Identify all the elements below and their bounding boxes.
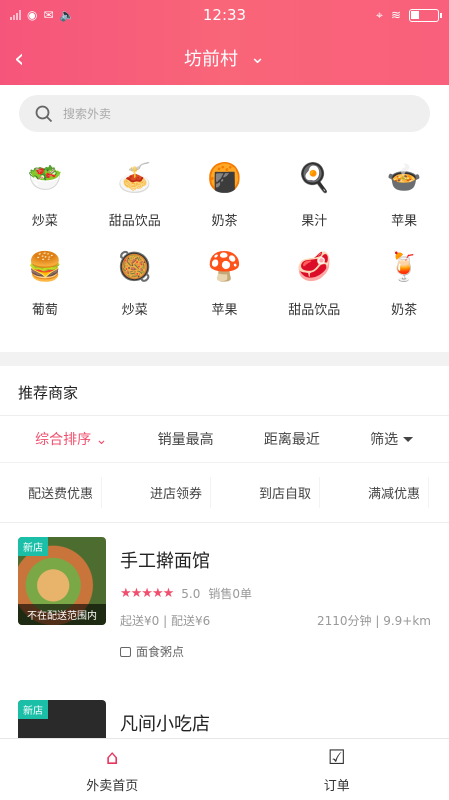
new-shop-badge: 新店 xyxy=(18,700,48,719)
battery-icon xyxy=(409,8,442,22)
category-item[interactable]: 🥘 炒菜 xyxy=(90,243,180,319)
fried-dish-icon: 🥗 xyxy=(27,160,63,194)
search-placeholder: 搜索外卖 xyxy=(63,107,112,121)
category-label: 苹果 xyxy=(391,214,418,229)
shop-sales: 销售0单 xyxy=(208,587,253,601)
shop-eta: 2110分钟 | 9.9+km xyxy=(317,614,431,628)
shop-info: 手工擀面馆 ★★★★★ 5.0 销售0单 起送¥0 | 配送¥6 2110分钟 … xyxy=(120,537,431,660)
category-item[interactable]: 🍘 奶茶 xyxy=(180,154,270,230)
new-shop-badge: 新店 xyxy=(18,537,48,556)
category-item[interactable]: 🍔 葡萄 xyxy=(0,243,90,319)
category-item[interactable]: 🥩 甜品饮品 xyxy=(269,243,359,319)
signal-icon xyxy=(10,10,21,20)
shop-tags: 面食粥点 xyxy=(120,643,431,660)
juice-icon: 🍳 xyxy=(296,160,332,194)
tab-home-label: 外卖首页 xyxy=(86,779,139,794)
tab-orders[interactable]: ☑ 订单 xyxy=(225,739,449,800)
nav-header: ‹ 坊前村 ⌄ xyxy=(0,30,449,85)
category-item[interactable]: 🥗 炒菜 xyxy=(0,154,90,230)
tab-orders-label: 订单 xyxy=(323,779,350,794)
category-label: 炒菜 xyxy=(31,214,58,229)
category-item[interactable]: 🍹 奶茶 xyxy=(359,243,449,319)
category-label: 甜品饮品 xyxy=(288,303,341,318)
location-icon: ⌖ xyxy=(376,7,383,22)
filter-chips: 配送费优惠 进店领券 到店自取 满减优惠 xyxy=(0,463,449,523)
category-item[interactable]: 🍄 苹果 xyxy=(180,243,270,319)
sort-comprehensive[interactable]: 综合排序 ⌄ xyxy=(35,429,107,449)
category-label: 苹果 xyxy=(211,303,238,318)
section-divider xyxy=(0,352,449,366)
tab-home[interactable]: ⌂ 外卖首页 xyxy=(0,739,225,800)
category-label: 果汁 xyxy=(301,214,328,229)
section-title: 推荐商家 xyxy=(0,366,449,416)
shop-name: 凡间小吃店 xyxy=(120,714,210,735)
app-screen: ◉ ✉ 🔈 12:33 ⌖ ≋ ‹ 坊前村 ⌄ 搜索外卖 🥗 炒菜 🍝 甜品饮品… xyxy=(0,0,449,800)
status-left: ◉ ✉ 🔈 xyxy=(10,8,160,22)
shop-thumbnail: 新店 不在配送范围内 xyxy=(18,537,106,625)
search-icon xyxy=(35,105,53,122)
grape-icon: 🍔 xyxy=(27,249,63,283)
category-label: 甜品饮品 xyxy=(108,214,161,229)
sort-comprehensive-label: 综合排序 xyxy=(35,432,92,448)
filter-chip[interactable]: 配送费优惠 xyxy=(20,477,102,508)
volume-icon: 🔈 xyxy=(59,8,75,22)
shop-rating-row: ★★★★★ 5.0 销售0单 xyxy=(120,585,431,602)
status-time: 12:33 xyxy=(202,6,247,24)
dessert-icon: 🍝 xyxy=(117,160,153,194)
category-label: 奶茶 xyxy=(211,214,238,229)
category-item[interactable]: 🍳 果汁 xyxy=(269,154,359,230)
location-selector[interactable]: 坊前村 ⌄ xyxy=(184,45,265,71)
category-item[interactable]: 🍲 苹果 xyxy=(359,154,449,230)
chevron-down-icon: ⌄ xyxy=(249,47,266,68)
shop-rating: 5.0 xyxy=(181,586,201,601)
category-item[interactable]: 🍝 甜品饮品 xyxy=(90,154,180,230)
app-notify-icon: ◉ xyxy=(27,8,38,22)
filter-chip[interactable]: 进店领券 xyxy=(142,477,211,508)
shop-card[interactable]: 新店 不在配送范围内 手工擀面馆 ★★★★★ 5.0 销售0单 起送¥0 | 配… xyxy=(0,523,449,670)
sort-sales[interactable]: 销量最高 xyxy=(158,429,214,449)
dessert-icon: 🥩 xyxy=(296,249,332,283)
filter-label: 筛选 xyxy=(370,432,399,448)
milktea-icon: 🍘 xyxy=(207,160,242,194)
star-rating-icon: ★★★★★ xyxy=(120,586,174,601)
category-grid: 🥗 炒菜 🍝 甜品饮品 🍘 奶茶 🍳 果汁 🍲 苹果 🍔 葡萄 🥘 炒菜 🍄 苹果 🥩 甜品饮品 … xyxy=(0,132,449,319)
status-right: ⌖ ≋ xyxy=(289,7,442,23)
shop-tag: 面食粥点 xyxy=(136,645,185,659)
clipboard-icon: ☑ xyxy=(327,745,346,769)
category-tag-icon xyxy=(120,646,131,657)
funnel-icon: ⏷ xyxy=(398,432,414,448)
status-bar: ◉ ✉ 🔈 12:33 ⌖ ≋ xyxy=(0,0,449,30)
back-icon[interactable]: ‹ xyxy=(14,44,24,74)
sort-bar: 综合排序 ⌄ 销量最高 距离最近 筛选 ⏷ xyxy=(0,416,449,463)
wifi-icon: ≋ xyxy=(390,8,401,22)
category-label: 葡萄 xyxy=(31,303,58,318)
fried-dish-icon: 🥘 xyxy=(117,249,153,283)
shop-name: 手工擀面馆 xyxy=(120,551,210,572)
category-label: 奶茶 xyxy=(391,303,418,318)
chevron-down-icon: ⌄ xyxy=(91,432,108,448)
apple-icon: 🍲 xyxy=(386,160,422,194)
search-area: 搜索外卖 xyxy=(0,85,449,132)
filter-chip[interactable]: 到店自取 xyxy=(251,477,320,508)
mail-icon: ✉ xyxy=(43,8,54,22)
milktea-icon: 🍹 xyxy=(386,249,422,283)
category-label: 炒菜 xyxy=(121,303,148,318)
page-title: 坊前村 xyxy=(183,48,238,70)
out-of-range-note: 不在配送范围内 xyxy=(18,604,106,625)
sort-distance[interactable]: 距离最近 xyxy=(264,429,320,449)
apple-icon: 🍄 xyxy=(207,249,242,283)
shop-meta: 起送¥0 | 配送¥6 2110分钟 | 9.9+km xyxy=(120,612,431,629)
bottom-tab-bar: ⌂ 外卖首页 ☑ 订单 xyxy=(0,738,449,800)
home-icon: ⌂ xyxy=(105,745,119,769)
shop-delivery: 起送¥0 | 配送¥6 xyxy=(120,614,211,628)
search-input[interactable]: 搜索外卖 xyxy=(19,95,430,132)
header-area: ◉ ✉ 🔈 12:33 ⌖ ≋ ‹ 坊前村 ⌄ xyxy=(0,0,449,85)
filter-chip[interactable]: 满减优惠 xyxy=(360,477,429,508)
sort-filter[interactable]: 筛选 ⏷ xyxy=(370,429,414,449)
